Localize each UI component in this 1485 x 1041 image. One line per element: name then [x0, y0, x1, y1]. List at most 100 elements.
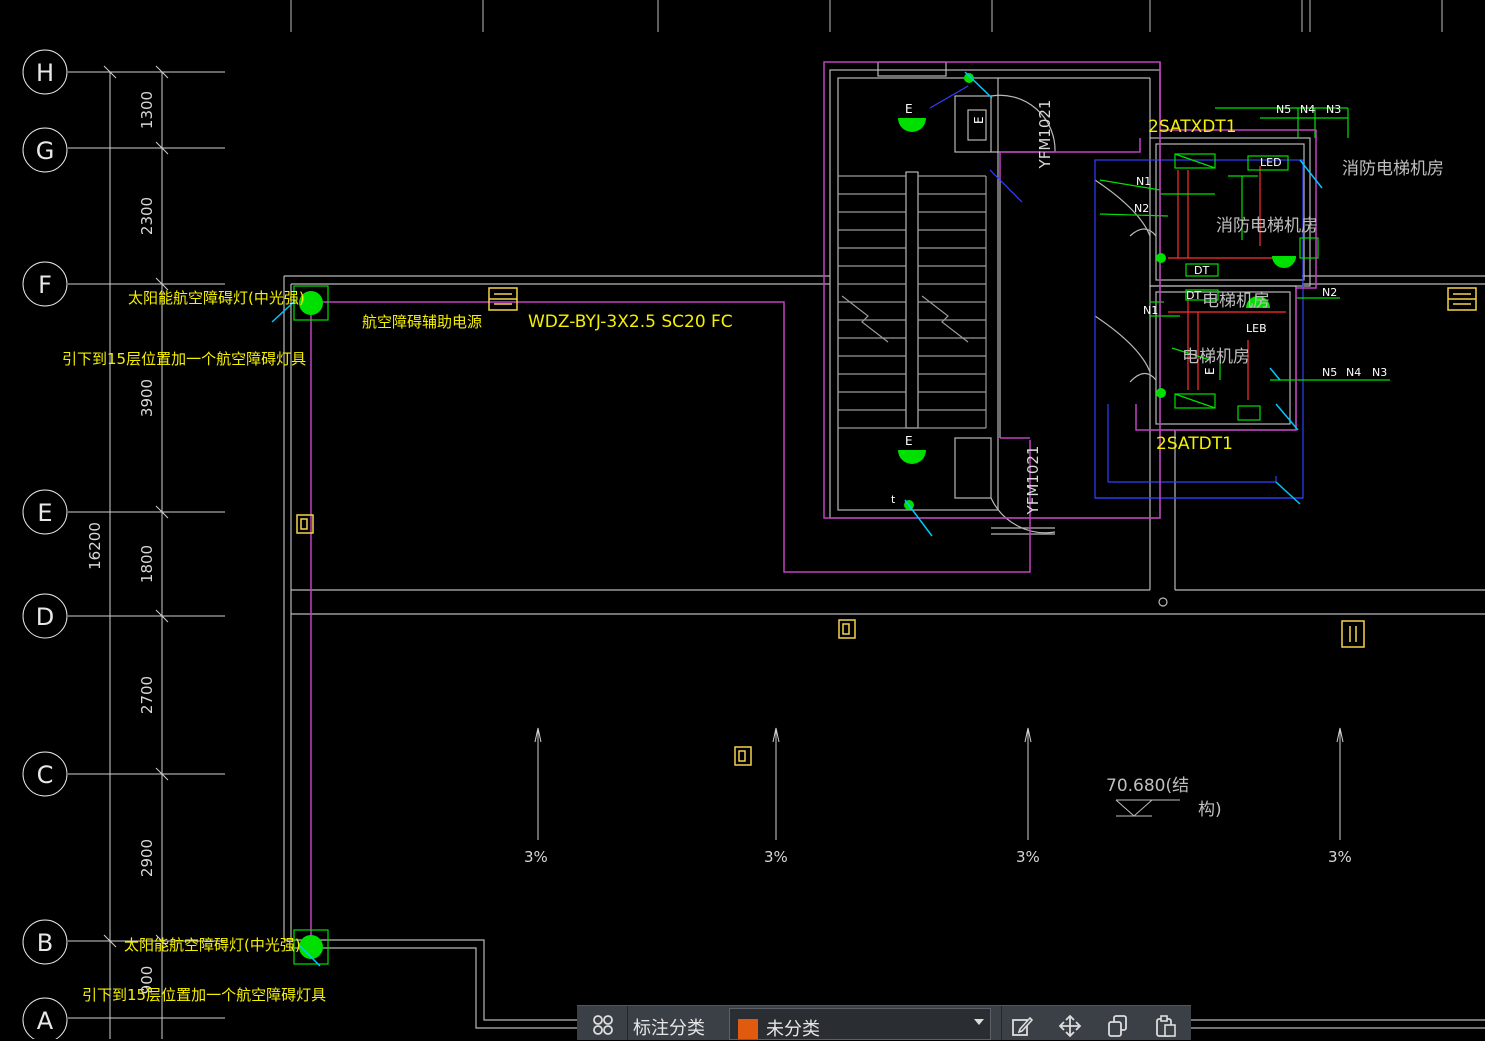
elevation-mark	[1115, 799, 1180, 817]
edit-button[interactable]	[1007, 1012, 1037, 1040]
edit-icon	[1012, 1016, 1034, 1036]
door-code-bottom: YFM1021	[1024, 446, 1042, 516]
paste-button[interactable]	[1151, 1012, 1181, 1040]
paste-icon	[1156, 1015, 1176, 1037]
axis-label: E	[37, 499, 52, 527]
copy-button[interactable]	[1103, 1012, 1133, 1040]
axis-bubble-d: D	[22, 593, 68, 639]
cad-drawing-canvas[interactable]: H G F E D C B A 1300 2300 3900 1800 2700…	[0, 0, 1485, 1039]
room-lamp-2[interactable]	[1156, 388, 1166, 398]
beacon-top-label: 太阳能航空障碍灯(中光强)	[128, 289, 305, 307]
axis-label: A	[37, 1007, 54, 1035]
dim-spacing: 1800	[138, 545, 156, 583]
grid-icon	[593, 1015, 613, 1035]
socket-3[interactable]	[734, 746, 752, 766]
chevron-down-icon	[974, 1019, 984, 1025]
n-label: N3	[1326, 103, 1341, 116]
slope-arrows	[534, 727, 1344, 840]
axis-label: F	[38, 271, 52, 299]
aux-power-box[interactable]	[488, 287, 518, 311]
exit-lamp-2[interactable]: E	[898, 434, 926, 464]
slope-label: 3%	[1328, 848, 1352, 866]
n-label: N5	[1276, 103, 1291, 116]
fire-elevator-room-label: 消防电梯机房	[1342, 159, 1444, 179]
elevator-room-label-2: 电梯机房	[1182, 347, 1250, 367]
slope-label: 3%	[764, 848, 788, 866]
axis-bubble-a: A	[22, 997, 68, 1039]
n-label: N1	[1143, 304, 1158, 317]
fire-elevator-room-inner-label: 消防电梯机房	[1216, 216, 1318, 236]
door-code-top: YFM1021	[1036, 100, 1054, 170]
slope-label: 3%	[524, 848, 548, 866]
dim-spacing: 1300	[138, 91, 156, 129]
dim-spacing: 2700	[138, 676, 156, 714]
socket-4[interactable]	[1341, 620, 1365, 648]
category-select[interactable]: 未分类	[729, 1008, 991, 1040]
elevation-value: 70.680(结	[1106, 776, 1189, 796]
cable-spec: WDZ-BYJ-3X2.5 SC20 FC	[528, 312, 733, 332]
dt-label: DT	[1186, 289, 1201, 302]
wall-lamp-1[interactable]	[964, 71, 993, 99]
move-icon	[1058, 1014, 1082, 1038]
slope-label: 3%	[1016, 848, 1040, 866]
elevation-suffix: 构)	[1198, 800, 1222, 820]
dim-spacing: 2300	[138, 197, 156, 235]
copy-icon	[1108, 1015, 1127, 1037]
category-selected-value: 未分类	[766, 1019, 820, 1040]
dim-spacing: 3900	[138, 379, 156, 417]
n-label: N1	[1136, 175, 1151, 188]
n-label: N4	[1300, 103, 1315, 116]
roof-walls	[283, 275, 1485, 1029]
axis-bubble-h: H	[22, 49, 68, 95]
dim-spacing: 2900	[138, 839, 156, 877]
axis-bubble-b: B	[22, 919, 68, 965]
axis-label: G	[36, 137, 55, 165]
lamp-tag: t	[891, 493, 896, 506]
exit-label: E	[905, 434, 913, 448]
axis-bubble-c: C	[22, 751, 68, 797]
axis-label: C	[37, 761, 54, 789]
exit-label: E	[1203, 367, 1217, 375]
n-label: N2	[1322, 286, 1337, 299]
panel-top-label: 2SATXDT1	[1148, 117, 1237, 137]
led-label: LED	[1260, 156, 1282, 169]
grid-menu-button[interactable]	[583, 1010, 623, 1040]
category-color-swatch	[738, 1019, 758, 1039]
axis-label: D	[36, 603, 54, 631]
beacon-bottom-label: 太阳能航空障碍灯(中光强)	[124, 936, 301, 954]
annotation-toolbar: 标注分类 未分类	[577, 1005, 1191, 1040]
machine-rooms	[1094, 137, 1311, 431]
n-label: N3	[1372, 366, 1387, 379]
n-label: N2	[1134, 202, 1149, 215]
socket-2[interactable]	[838, 619, 856, 639]
top-axis-stubs	[290, 0, 1443, 32]
toolbar-divider	[627, 1006, 628, 1040]
axis-label: B	[37, 929, 53, 957]
panel-bottom-label: 2SATDT1	[1156, 434, 1233, 454]
leb-label: LEB	[1246, 322, 1267, 335]
exit-label: E	[905, 102, 913, 116]
dt-label: DT	[1194, 264, 1209, 277]
exit-lamp-1[interactable]: E	[898, 102, 926, 132]
move-button[interactable]	[1055, 1012, 1085, 1040]
beacon-top-note: 引下到15层位置加一个航空障碍灯具	[62, 350, 306, 368]
panel-box-right[interactable]	[1447, 287, 1477, 311]
elevator-room-label-1: 电梯机房	[1202, 291, 1270, 311]
toolbar-divider	[1001, 1006, 1002, 1040]
power-wiring	[310, 61, 1317, 946]
stair-core	[829, 61, 1161, 535]
aux-power-label: 航空障碍辅助电源	[362, 313, 482, 331]
dim-total: 16200	[86, 522, 104, 570]
n-label: N5	[1322, 366, 1337, 379]
wall-lamp-2[interactable]: t	[891, 493, 933, 537]
axis-label: H	[36, 59, 54, 87]
beacon-bottom-note: 引下到15层位置加一个航空障碍灯具	[82, 986, 326, 1004]
axis-bubble-g: G	[22, 127, 68, 173]
exit-label: E	[972, 116, 986, 124]
axis-bubble-f: F	[22, 261, 68, 307]
room-lamp-3[interactable]	[1272, 256, 1296, 268]
n-label: N4	[1346, 366, 1361, 379]
annotation-category-label: 标注分类	[633, 1018, 705, 1039]
room-lamp-1[interactable]	[1156, 253, 1166, 263]
axis-bubble-e: E	[22, 489, 68, 535]
